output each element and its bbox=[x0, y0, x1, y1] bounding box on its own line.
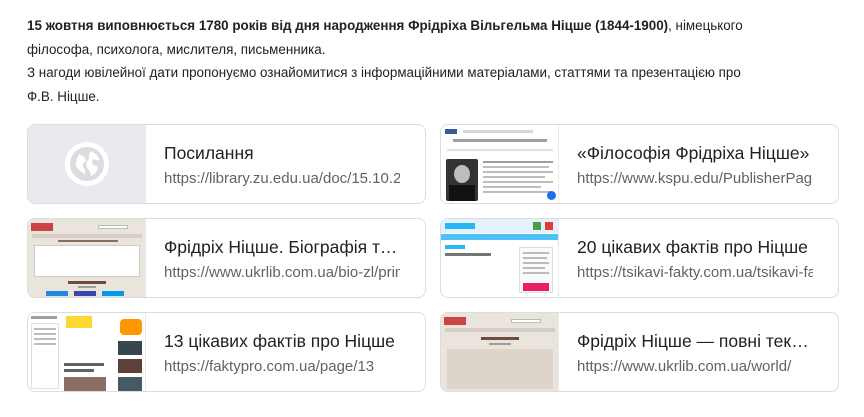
intro-rest: , німецького bbox=[668, 18, 743, 33]
link-url: https://www.kspu.edu/PublisherPage bbox=[577, 170, 813, 187]
portrait-image bbox=[446, 159, 478, 201]
link-thumbnail-tsikavi bbox=[441, 219, 559, 297]
link-title: «Філософія Фрідріха Ніцше» bbox=[577, 143, 810, 163]
link-thumbnail-ukrlib-world bbox=[441, 313, 559, 391]
link-cards-grid: Посилання https://library.zu.edu.ua/doc/… bbox=[27, 124, 840, 392]
link-thumbnail-kspu bbox=[441, 125, 559, 203]
intro-text: 15 жовтня виповнюється 1780 років від дн… bbox=[27, 14, 847, 108]
link-url: https://www.ukrlib.com.ua/bio-zl/printit… bbox=[164, 264, 400, 281]
link-card-faktypro[interactable]: 13 цікавих фактів про Ніцше https://fakt… bbox=[27, 312, 426, 392]
link-card-kspu[interactable]: «Філософія Фрідріха Ніцше» https://www.k… bbox=[440, 124, 839, 204]
link-card-tsikavi[interactable]: 20 цікавих фактів про Ніцше https://tsik… bbox=[440, 218, 839, 298]
intro-line-3: З нагоди ювілейної дати пропонуємо ознай… bbox=[27, 65, 741, 80]
link-card-library[interactable]: Посилання https://library.zu.edu.ua/doc/… bbox=[27, 124, 426, 204]
link-url: https://www.ukrlib.com.ua/world/ bbox=[577, 358, 792, 375]
link-thumbnail-faktypro bbox=[28, 313, 146, 391]
link-title: 20 цікавих фактів про Ніцше bbox=[577, 237, 808, 257]
link-card-ukrlib-world[interactable]: Фрідріх Ніцше — повні тексти творів http… bbox=[440, 312, 839, 392]
link-thumbnail-placeholder bbox=[28, 125, 146, 203]
link-url: https://tsikavi-fakty.com.ua/tsikavi-fak… bbox=[577, 264, 813, 281]
link-title: Фрідріх Ніцше. Біографія та творчість bbox=[164, 237, 400, 257]
link-thumbnail-ukrlib-bio bbox=[28, 219, 146, 297]
link-title: 13 цікавих фактів про Ніцше bbox=[164, 331, 395, 351]
link-title: Посилання bbox=[164, 143, 254, 163]
link-url: https://faktypro.com.ua/page/13 bbox=[164, 358, 375, 375]
link-url: https://library.zu.edu.ua/doc/15.10.2024… bbox=[164, 170, 400, 187]
intro-line-4: Ф.В. Ніцше. bbox=[27, 88, 100, 104]
globe-icon bbox=[65, 142, 109, 186]
intro-line-2: філософа, психолога, мислителя, письменн… bbox=[27, 41, 326, 57]
link-title: Фрідріх Ніцше — повні тексти творів bbox=[577, 331, 813, 351]
intro-bold: 15 жовтня виповнюється 1780 років від дн… bbox=[27, 18, 669, 33]
link-card-ukrlib-bio[interactable]: Фрідріх Ніцше. Біографія та творчість ht… bbox=[27, 218, 426, 298]
